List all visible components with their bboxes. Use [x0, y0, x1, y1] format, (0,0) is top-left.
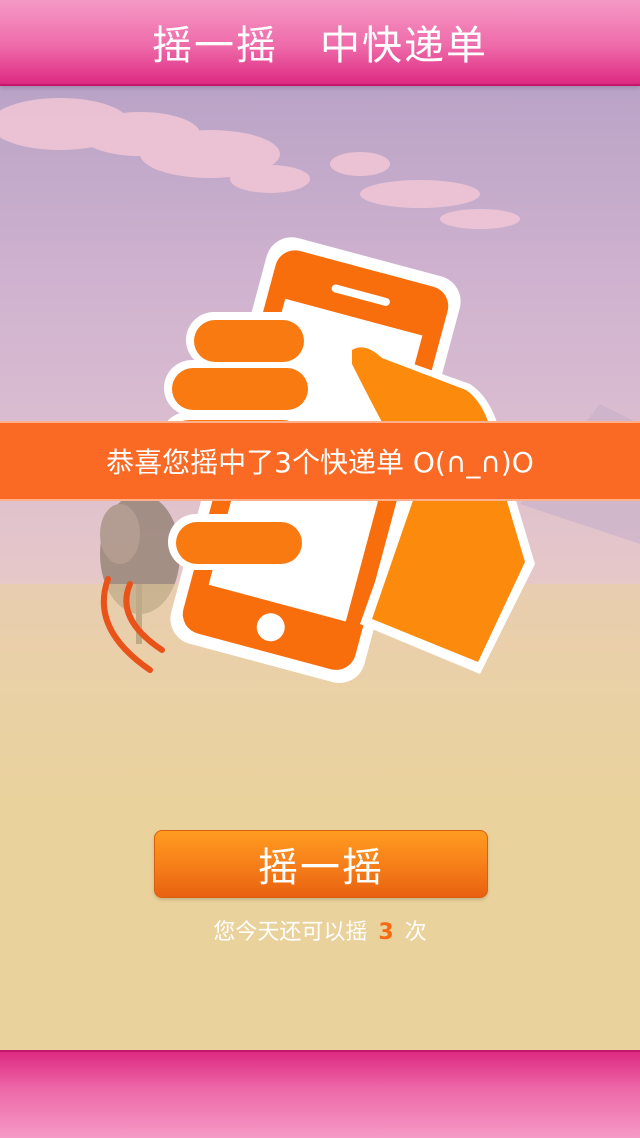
remaining-count: 3 — [378, 920, 394, 945]
remaining-shakes-text: 您今天还可以摇 3 次 — [0, 914, 640, 946]
page-footer — [0, 1050, 640, 1138]
hand-shaking-phone-icon — [0, 84, 640, 684]
page-title: 摇一摇 中快递单 — [152, 23, 488, 69]
remaining-prefix: 您今天还可以摇 — [213, 920, 368, 945]
result-banner: 恭喜您摇中了3个快递单 O(∩_∩)O — [0, 421, 640, 501]
page-header: 摇一摇 中快递单 — [0, 0, 640, 86]
result-message: 恭喜您摇中了3个快递单 O(∩_∩)O — [106, 446, 534, 479]
shake-button-label: 摇一摇 — [258, 845, 384, 891]
remaining-suffix: 次 — [404, 920, 427, 945]
shake-button[interactable]: 摇一摇 — [154, 830, 488, 898]
